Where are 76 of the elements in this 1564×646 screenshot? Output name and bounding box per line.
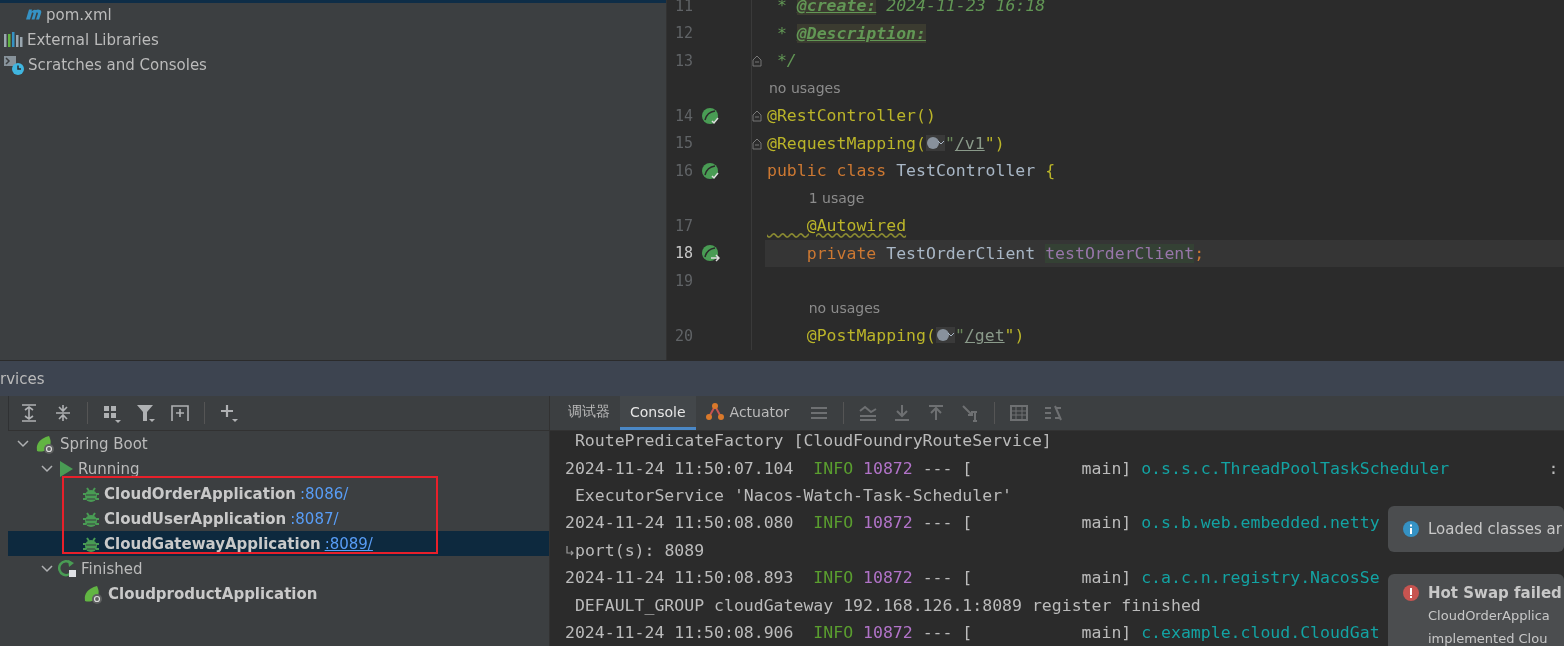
error-icon	[1402, 584, 1420, 602]
log-line: 2024-11-24 11:50:08.893 INFO 10872 --- [ main] c.a.c.n.registry.NacosSe	[565, 568, 1380, 588]
tree-item[interactable]: External Libraries	[27, 30, 159, 49]
notification-text: Loaded classes ar	[1428, 520, 1562, 538]
tab[interactable]: Actuator	[695, 396, 800, 430]
notification-text: implemented Clou	[1427, 630, 1549, 646]
log-line: ExecutorService 'Nacos-Watch-Task-Scheduler'	[573, 485, 1013, 505]
tree-item[interactable]: Scratches and Consoles	[28, 55, 207, 74]
port-link[interactable]: :8089/	[324, 534, 373, 553]
port-link[interactable]: :8086/	[300, 484, 349, 503]
fold-icon	[752, 136, 762, 150]
info-icon	[1402, 520, 1420, 538]
filter-icon[interactable]	[136, 403, 156, 423]
code-line: */	[775, 51, 797, 71]
line-number: 19	[673, 271, 693, 290]
code-line: public class TestController {	[767, 161, 1056, 181]
log-line: 2024-11-24 11:50:08.906 INFO 10872 --- [ main] c.example.cloud.CloudGat	[565, 622, 1380, 642]
usage-hint[interactable]: 1 usage	[808, 190, 865, 207]
code-line: @RequestMapping( "/v1")	[767, 133, 1005, 153]
add-icon[interactable]	[219, 403, 239, 423]
line-number: 20	[673, 326, 693, 345]
bean-inject-icon	[701, 244, 720, 263]
tree-item[interactable]: CloudUserApplication	[104, 509, 287, 528]
add-service-icon[interactable]	[170, 403, 190, 423]
bean-icon	[701, 106, 720, 125]
line-number: 18	[673, 244, 693, 263]
tree-item[interactable]: pom.xml	[46, 5, 112, 24]
line-number: 16	[673, 161, 693, 180]
chevron-icon[interactable]	[41, 562, 53, 575]
soft-wrap-icon	[565, 543, 575, 558]
line-number: 15	[673, 134, 693, 153]
bean-icon	[701, 161, 720, 180]
line-number: 17	[673, 216, 693, 235]
fold-icon	[752, 109, 762, 123]
port-link[interactable]: :8087/	[290, 509, 339, 528]
code-line: private TestOrderClient testOrderClient;	[805, 243, 1205, 263]
spring-boot-icon	[34, 433, 56, 454]
run-icon	[58, 459, 74, 478]
tab[interactable]: 调试器	[558, 396, 620, 430]
tree-item[interactable]: Spring Boot	[60, 434, 148, 453]
notification-title: Hot Swap failed	[1428, 584, 1562, 602]
log-line: port(s): 8089	[575, 540, 705, 560]
tree-item[interactable]: Finished	[81, 559, 143, 578]
code-line: @PostMapping( "/get")	[805, 326, 1025, 346]
usage-hint[interactable]: no usages	[769, 80, 841, 97]
chevron-icon[interactable]	[17, 437, 29, 450]
log-line: DEFAULT_GROUP cloudGateway 192.168.126.1:8089 register finished	[573, 595, 1201, 615]
panel-title: rvices	[0, 369, 45, 388]
maven-icon	[26, 9, 42, 20]
code-line: * @Description:	[775, 23, 926, 43]
line-number: 12	[673, 24, 693, 43]
collapse-all-icon[interactable]	[53, 403, 73, 423]
log-line: 2024-11-24 11:50:08.080 INFO 10872 --- [ main] o.s.b.web.embedded.netty	[565, 513, 1380, 533]
tree-item[interactable]: CloudOrderApplication	[104, 484, 296, 503]
tab[interactable]: Console	[620, 396, 696, 430]
tree-item[interactable]: CloudproductApplication	[108, 584, 318, 603]
line-number: 14	[673, 106, 693, 125]
tree-item[interactable]: CloudGatewayApplication	[104, 534, 321, 553]
code-line: @RestController()	[767, 106, 936, 126]
fold-icon	[752, 54, 762, 68]
log-line: 2024-11-24 11:50:07.104 INFO 10872 --- [ main] o.s.s.c.ThreadPoolTaskScheduler :	[565, 458, 1559, 478]
tree-item[interactable]: Running	[78, 459, 140, 478]
line-number: 11	[673, 0, 693, 15]
expand-all-icon[interactable]	[19, 403, 39, 423]
scratches-icon	[3, 54, 24, 75]
log-line: RoutePredicateFactory [CloudFoundryRouteService]	[573, 431, 1052, 451]
group-icon[interactable]	[102, 403, 122, 423]
line-number: 13	[673, 51, 693, 70]
code-line: @Autowired	[805, 216, 907, 236]
chevron-icon[interactable]	[41, 462, 53, 475]
spring-boot-icon	[82, 583, 104, 604]
notification-text: CloudOrderApplica	[1427, 607, 1551, 625]
actuator-icon	[705, 402, 725, 421]
rerun-icon	[58, 559, 77, 578]
libraries-icon	[3, 31, 23, 48]
usage-hint[interactable]: no usages	[808, 300, 881, 317]
